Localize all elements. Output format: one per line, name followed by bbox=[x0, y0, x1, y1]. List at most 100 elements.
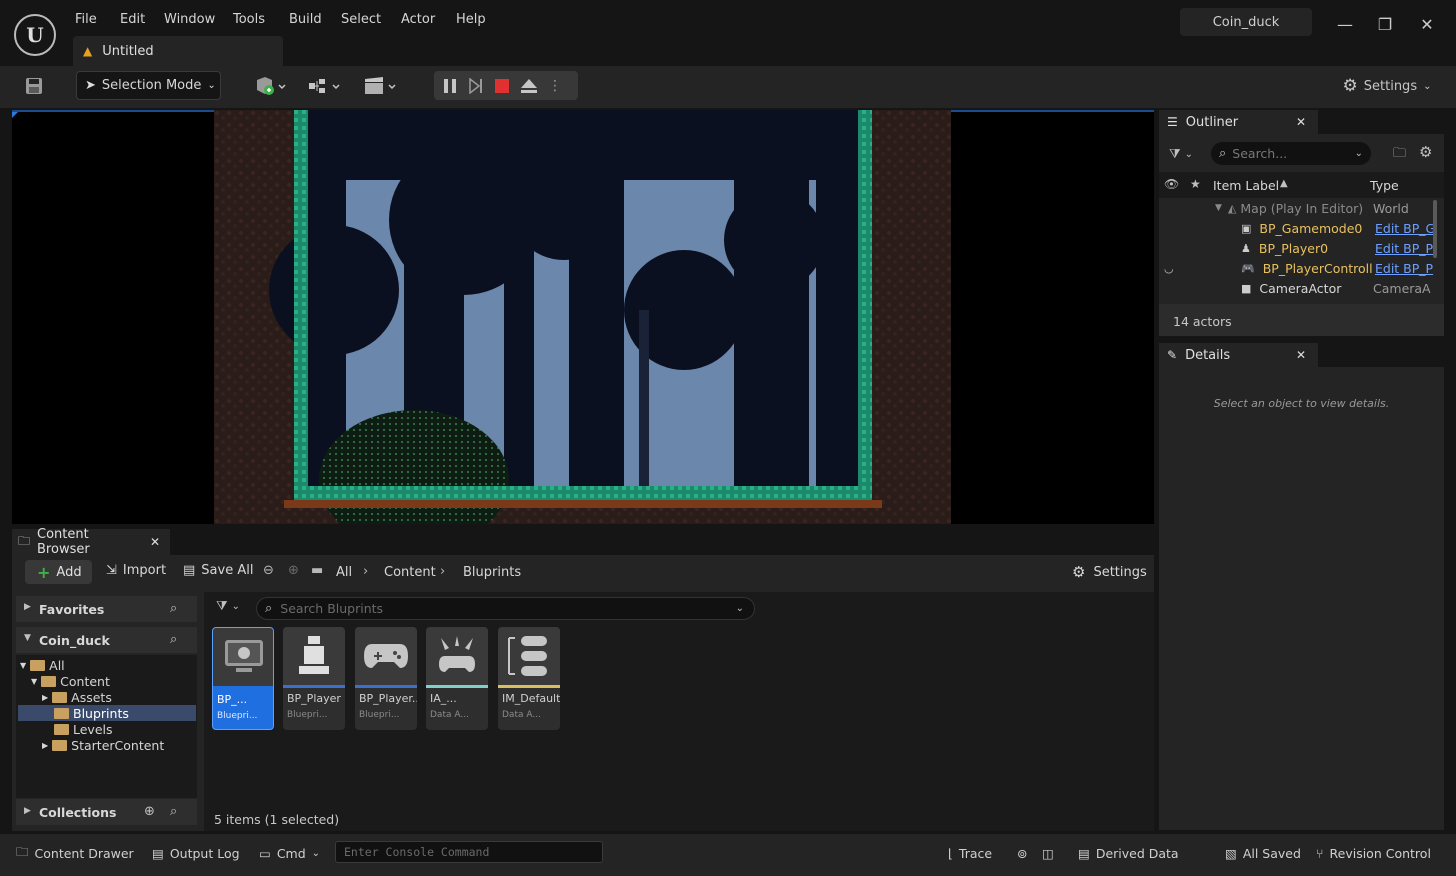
gear-icon[interactable]: ⚙ bbox=[1419, 143, 1432, 161]
chevron-down-icon: ⌄ bbox=[1423, 80, 1432, 92]
menu-select[interactable]: Select bbox=[341, 12, 381, 30]
outliner-row-camera[interactable]: ■ CameraActor bbox=[1241, 278, 1341, 298]
add-folder-icon[interactable]: 🗀 bbox=[1393, 144, 1406, 166]
settings-button[interactable]: ⚙ Settings ⌄ bbox=[1342, 74, 1432, 98]
add-actor-button[interactable] bbox=[252, 74, 290, 98]
asset-tile-bp-player[interactable]: BP_Player Bluepri... bbox=[283, 627, 345, 730]
outliner-row-world[interactable]: ▼ ◭ Map (Play In Editor) bbox=[1215, 198, 1363, 218]
breadcrumb-content[interactable]: Content bbox=[384, 565, 436, 580]
asset-tile-bp-playercontroller[interactable]: BP_Player... Bluepri... bbox=[355, 627, 417, 730]
asset-name: BP_Player bbox=[287, 692, 341, 705]
outliner-search-input[interactable]: ⌕ Search... ⌄ bbox=[1211, 142, 1371, 165]
outliner-row-player[interactable]: ♟ BP_Player0 bbox=[1241, 238, 1328, 258]
visibility-icon[interactable]: 👁 bbox=[1164, 177, 1179, 191]
asset-search-input[interactable]: ⌕ Search Bluprints ⌄ bbox=[256, 597, 755, 620]
edit-blueprint-link[interactable]: Edit BP_P bbox=[1375, 238, 1433, 258]
edit-blueprint-link[interactable]: Edit BP_G bbox=[1375, 218, 1435, 238]
cinematics-button[interactable] bbox=[362, 74, 400, 98]
breadcrumb-all[interactable]: All bbox=[336, 565, 352, 580]
unreal-logo-icon[interactable]: U bbox=[14, 14, 56, 56]
asset-count: 5 items (1 selected) bbox=[214, 812, 340, 827]
menu-window[interactable]: Window bbox=[164, 12, 215, 30]
tree-item-all[interactable]: ▼ All bbox=[20, 657, 65, 673]
asset-tile-im-default[interactable]: IM_Default Data A... bbox=[498, 627, 560, 730]
revision-control-button[interactable]: ⑂ Revision Control bbox=[1316, 841, 1431, 865]
search-icon[interactable]: ⌕ bbox=[170, 632, 177, 647]
asset-tile-bp-gamemode[interactable]: BP_... Bluepri... bbox=[212, 627, 274, 730]
close-tab-icon[interactable]: ✕ bbox=[1296, 348, 1306, 362]
asset-tile-ia[interactable]: IA_... Data A... bbox=[426, 627, 488, 730]
tree-item-content[interactable]: ▼ Content bbox=[31, 673, 110, 689]
content-drawer-icon: 🗀 bbox=[16, 843, 29, 859]
outliner-row-playercontroller[interactable]: 🎮 BP_PlayerControll bbox=[1241, 258, 1373, 278]
cmd-dropdown[interactable]: ▭ Cmd ⌄ bbox=[259, 841, 320, 865]
star-icon[interactable]: ★ bbox=[1190, 177, 1201, 191]
cb-settings-button[interactable]: ⚙ Settings bbox=[1072, 563, 1147, 581]
menu-tools[interactable]: Tools bbox=[233, 12, 265, 30]
level-tab[interactable]: ▲ Untitled bbox=[73, 36, 283, 66]
menu-file[interactable]: File bbox=[75, 12, 97, 30]
cursor-icon: ➤ bbox=[85, 78, 96, 93]
save-icon[interactable] bbox=[22, 74, 46, 98]
blueprint-button[interactable] bbox=[306, 74, 344, 98]
outliner-row-type: World bbox=[1373, 200, 1409, 216]
menu-edit[interactable]: Edit bbox=[120, 12, 145, 30]
restore-icon[interactable]: ❐ bbox=[1370, 10, 1400, 38]
asset-filter-button[interactable]: ⧩ ⌄ bbox=[216, 599, 240, 614]
screenshot-icon[interactable]: ◫ bbox=[1042, 841, 1054, 865]
close-window-icon[interactable]: ✕ bbox=[1412, 10, 1442, 38]
content-browser-tab[interactable]: 🗀 Content Browser ✕ bbox=[12, 527, 170, 557]
outliner-scrollbar[interactable] bbox=[1433, 200, 1437, 258]
menu-actor[interactable]: Actor bbox=[401, 12, 435, 30]
saved-icon: ▧ bbox=[1225, 845, 1237, 861]
output-log-button[interactable]: ▤ Output Log bbox=[152, 841, 240, 865]
game-view[interactable] bbox=[214, 110, 951, 524]
step-frame-icon[interactable] bbox=[468, 77, 484, 94]
add-collection-icon[interactable]: ⊕ bbox=[144, 804, 155, 819]
search-icon[interactable]: ⌕ bbox=[170, 804, 177, 819]
tree-item-bluprints[interactable]: Bluprints bbox=[54, 705, 129, 721]
trace-button[interactable]: ⌊ Trace bbox=[948, 841, 992, 865]
content-browser-title: Content Browser bbox=[37, 527, 90, 557]
breadcrumb-bluprints[interactable]: Bluprints bbox=[463, 565, 521, 580]
outliner-row-gamemode[interactable]: ▣ BP_Gamemode0 bbox=[1241, 218, 1362, 238]
record-icon[interactable]: ⊚ bbox=[1017, 841, 1027, 865]
forward-icon[interactable]: ⊕ bbox=[288, 563, 299, 578]
cb-settings-label: Settings bbox=[1093, 564, 1147, 580]
hidden-eye-icon[interactable]: ◡ bbox=[1164, 258, 1174, 278]
folder-icon[interactable]: ▬ bbox=[311, 563, 323, 578]
console-input[interactable]: Enter Console Command bbox=[335, 841, 603, 863]
collections-label: Collections bbox=[39, 805, 117, 820]
menu-help[interactable]: Help bbox=[456, 12, 486, 30]
close-tab-icon[interactable]: ✕ bbox=[1296, 115, 1306, 129]
game-scene bbox=[214, 110, 951, 524]
menu-build[interactable]: Build bbox=[289, 12, 322, 30]
column-item-label[interactable]: Item Label bbox=[1213, 178, 1279, 193]
all-saved-button[interactable]: ▧ All Saved bbox=[1225, 841, 1301, 865]
save-all-button[interactable]: ▤ Save All bbox=[183, 563, 253, 578]
derived-data-button[interactable]: ▤ Derived Data bbox=[1078, 841, 1179, 865]
stop-icon[interactable] bbox=[494, 78, 510, 94]
minimize-icon[interactable]: — bbox=[1330, 10, 1360, 38]
edit-blueprint-link[interactable]: Edit BP_P bbox=[1375, 258, 1433, 278]
search-icon[interactable]: ⌕ bbox=[170, 601, 177, 616]
close-tab-icon[interactable]: ✕ bbox=[150, 535, 160, 549]
import-button[interactable]: ⇲ Import bbox=[106, 563, 166, 578]
chevron-down-icon: ▼ bbox=[24, 633, 31, 643]
tree-item-assets[interactable]: ▶ Assets bbox=[42, 689, 112, 705]
outliner-tab[interactable]: ☰ Outliner ✕ bbox=[1159, 110, 1318, 134]
pause-icon[interactable] bbox=[442, 78, 458, 94]
tree-item-levels[interactable]: Levels bbox=[54, 721, 113, 737]
actor-count: 14 actors bbox=[1173, 314, 1232, 329]
content-drawer-button[interactable]: 🗀 Content Drawer bbox=[16, 841, 134, 865]
more-options-icon[interactable]: ⋮ bbox=[548, 78, 562, 94]
filter-button[interactable]: ⧩ ⌄ bbox=[1169, 144, 1199, 164]
eject-icon[interactable] bbox=[520, 78, 538, 94]
tree-item-startercontent[interactable]: ▶ StarterContent bbox=[42, 737, 164, 753]
column-type[interactable]: Type bbox=[1370, 178, 1399, 193]
console-placeholder: Enter Console Command bbox=[344, 845, 490, 859]
selection-mode-dropdown[interactable]: ➤ Selection Mode ⌄ bbox=[76, 71, 221, 100]
details-tab[interactable]: ✎ Details ✕ bbox=[1159, 343, 1318, 367]
back-icon[interactable]: ⊖ bbox=[263, 563, 274, 578]
add-button[interactable]: + Add bbox=[25, 560, 92, 584]
